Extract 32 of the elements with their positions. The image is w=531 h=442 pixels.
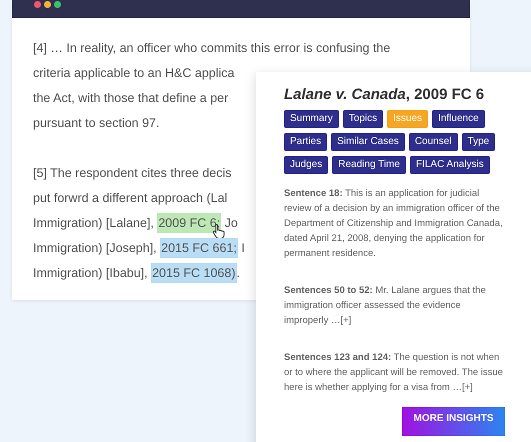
- insight-tab[interactable]: Reading Time: [332, 156, 406, 174]
- insight-tab[interactable]: Counsel: [408, 133, 458, 151]
- insight-tab[interactable]: Judges: [284, 156, 328, 174]
- insight-tab[interactable]: Influence: [432, 110, 485, 128]
- paragraph-text: criteria applicable to an H&C applica: [33, 66, 234, 80]
- paragraph-text: .: [236, 266, 240, 280]
- paragraph-text: pursuant to section 97.: [33, 116, 160, 130]
- insight-tab[interactable]: Similar Cases: [331, 133, 405, 151]
- paragraph-text: put forwrd a different approach (Lal: [33, 191, 228, 205]
- citation-link[interactable]: 2015 FC 1068): [151, 263, 236, 283]
- case-title: Lalane v. Canada, 2009 FC 6: [284, 86, 486, 103]
- window-control-icon[interactable]: [34, 1, 41, 8]
- insight-tab[interactable]: FILAC Analysis: [410, 156, 490, 174]
- sentence-excerpt: Sentences 123 and 124: The question is not when or to where the applicant will be removed. The issue here is whether applying for a visa from …[+]: [284, 351, 504, 395]
- citation-link[interactable]: 2015 FC 661;: [160, 238, 238, 258]
- insight-tab[interactable]: Topics: [342, 110, 384, 128]
- more-insights-button[interactable]: MORE INSIGHTS: [402, 407, 505, 436]
- paragraph-text: Immigration) [Lalane],: [33, 216, 155, 230]
- window-control-icon[interactable]: [44, 1, 51, 8]
- paragraph-text: Immigration) [Ibabu],: [33, 266, 149, 280]
- insight-tab[interactable]: Type: [462, 133, 496, 151]
- insight-tab[interactable]: Summary: [284, 110, 339, 128]
- paragraph-text: Immigration) [Joseph],: [33, 241, 158, 255]
- paragraph-text: [5] The respondent cites three decis: [33, 166, 232, 180]
- paragraph-text: I: [240, 241, 245, 255]
- insight-tab[interactable]: Parties: [284, 133, 328, 151]
- paragraph-text: the Act, with those that define a per: [33, 91, 228, 105]
- paragraph-text: Jo: [224, 216, 238, 230]
- sentence-excerpt: Sentences 50 to 52: Mr. Lalane argues that the immigration officer assessed the evidence improperly …[+]: [284, 284, 487, 328]
- sentence-excerpt: Sentence 18: This is an application for judicial review of a decision by an immigration officer of the Department of Citizenship and Immigration Canada, dated April 21, 2008, denying the application for permanent residence.: [284, 187, 504, 261]
- paragraph-text: [4] … In reality, an officer who commits this error is confusing the: [33, 41, 390, 55]
- window-control-icon[interactable]: [54, 1, 61, 8]
